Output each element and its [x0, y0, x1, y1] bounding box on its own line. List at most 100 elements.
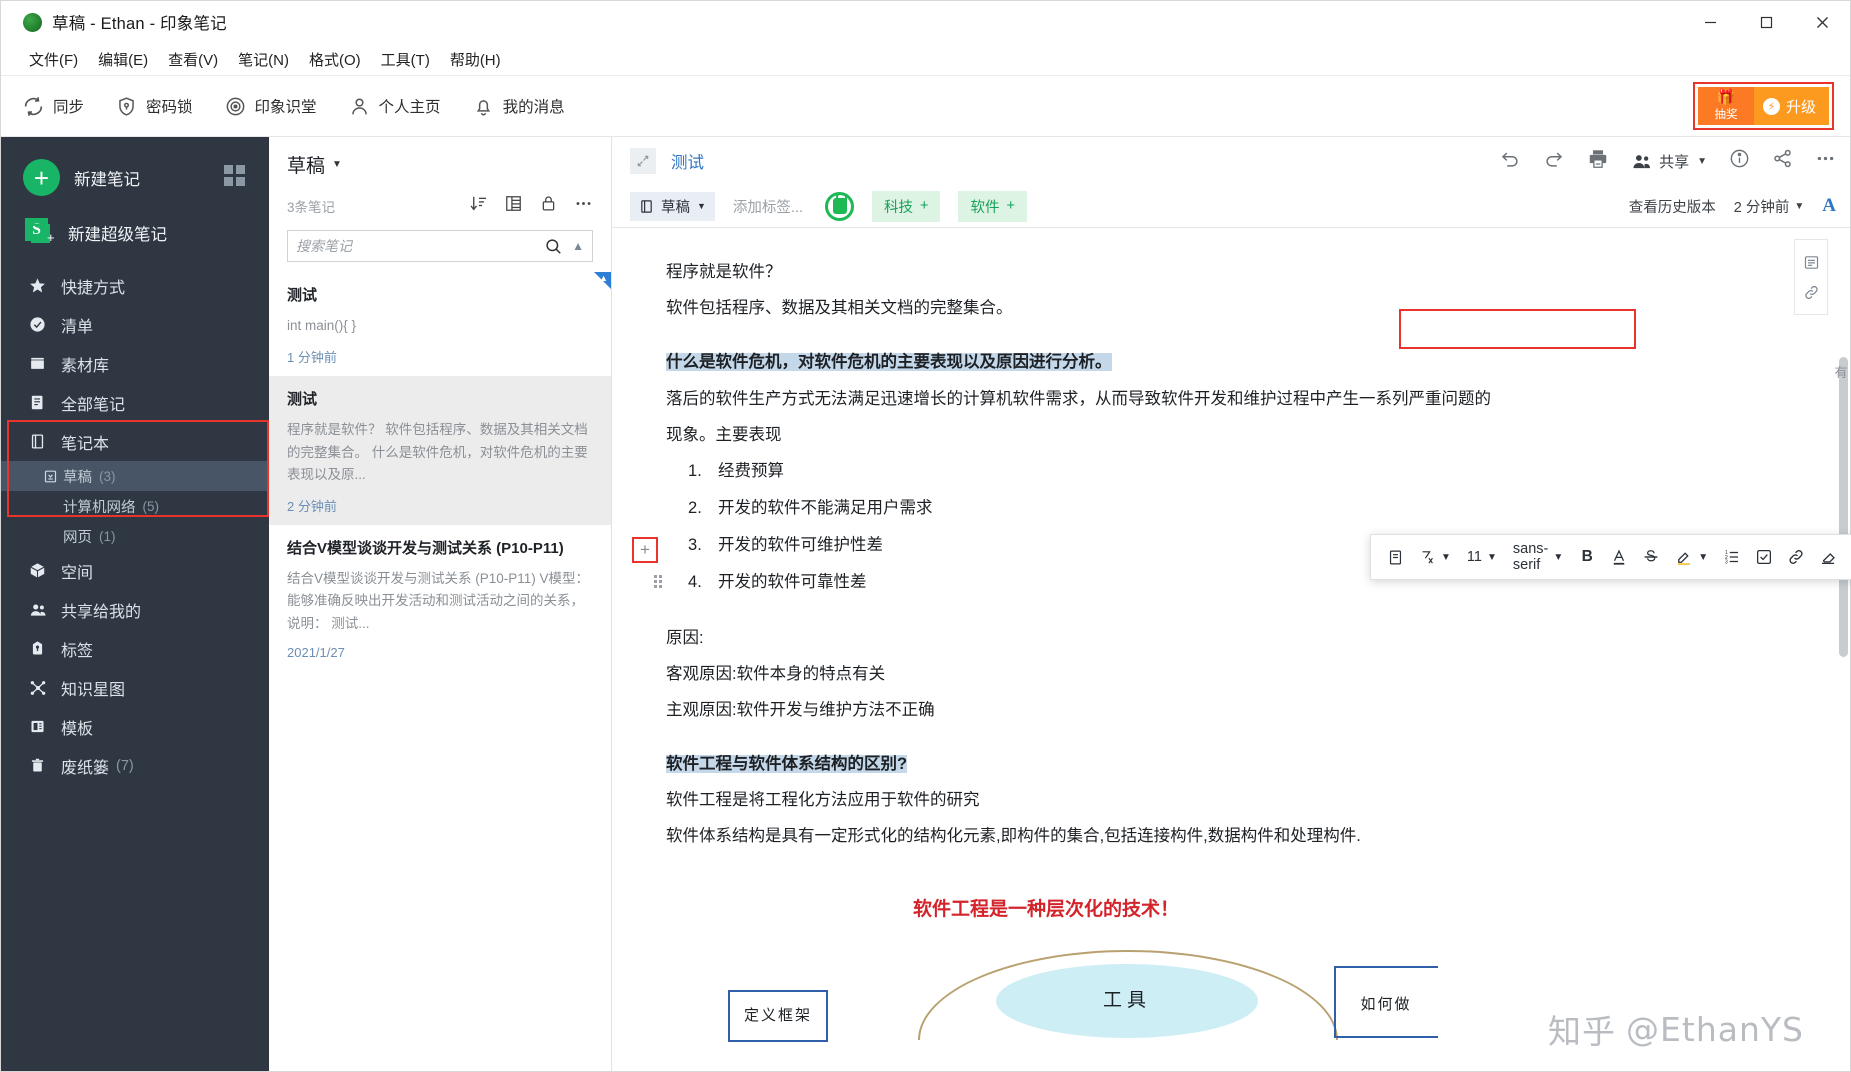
notebook-chip[interactable]: 草稿 ▼: [630, 191, 715, 221]
minimize-button[interactable]: [1682, 1, 1738, 43]
sync-button[interactable]: 同步: [23, 95, 84, 117]
menu-help[interactable]: 帮助(H): [440, 46, 511, 73]
note-content[interactable]: 程序就是软件？ 软件包括程序、数据及其相关文档的完整集合。 什么是软件危机，对软…: [612, 228, 1850, 1071]
sidebar-notebook-draft[interactable]: 草稿 (3): [1, 461, 269, 491]
note-snippet: int main(){ }: [287, 318, 357, 333]
drag-handle-icon[interactable]: [654, 575, 662, 588]
sidebar-notebook-web[interactable]: 网页 (1): [1, 521, 269, 551]
share-button[interactable]: 共享 ▼: [1631, 151, 1707, 172]
menu-edit[interactable]: 编辑(E): [88, 46, 158, 73]
note-list-item[interactable]: 测试 程序就是软件？ 软件包括程序、数据及其相关文档的完整集合。 什么是软件危机…: [269, 376, 611, 526]
editor-note-title[interactable]: 测试: [671, 149, 704, 173]
note-list-header: 草稿 ▼ 3条笔记: [269, 137, 611, 218]
sidebar-item-trash[interactable]: 废纸篓 (7): [1, 746, 269, 785]
note-list-item[interactable]: 结合V模型谈谈开发与测试关系 (P10-P11) 结合V模型谈谈开发与测试关系 …: [269, 525, 611, 670]
menu-file[interactable]: 文件(F): [19, 46, 88, 73]
chevron-up-icon[interactable]: ▲: [572, 239, 584, 253]
share-node-icon[interactable]: [1772, 148, 1793, 174]
sidebar-item-all-notes[interactable]: 全部笔记: [1, 383, 269, 422]
menu-format[interactable]: 格式(O): [299, 46, 371, 73]
insert-block-button[interactable]: +: [632, 537, 658, 563]
tag-chip[interactable]: 软件 +: [958, 190, 1027, 222]
print-icon[interactable]: [1587, 148, 1609, 175]
paragraph-style-icon[interactable]: [1381, 542, 1409, 572]
sidebar-label: 清单: [61, 318, 94, 336]
maximize-button[interactable]: [1738, 1, 1794, 43]
history-version-link[interactable]: 查看历史版本: [1629, 196, 1716, 217]
tag-chip[interactable]: 科技 +: [872, 190, 941, 222]
note-heading-highlight: 软件工程与软件体系结构的区别?: [666, 755, 908, 774]
password-lock-label: 密码锁: [146, 99, 193, 116]
bolt-icon: ⚡: [1762, 97, 1780, 115]
main-toolbar: 同步 密码锁 印象识堂 个人主页 我的消息 🎁 抽奖 ⚡ 升级: [1, 76, 1850, 137]
tag-label: 科技: [884, 199, 914, 216]
grid-view-icon[interactable]: [224, 165, 245, 186]
lock-icon[interactable]: [539, 194, 558, 218]
search-notes-row[interactable]: ▲: [287, 230, 593, 262]
font-color-button[interactable]: [1605, 542, 1633, 572]
close-button[interactable]: [1794, 1, 1850, 43]
note-list-title-row[interactable]: 草稿 ▼: [287, 151, 593, 178]
bold-button[interactable]: B: [1573, 542, 1601, 572]
search-icon[interactable]: [544, 237, 563, 256]
discover-button[interactable]: 印象识堂: [225, 95, 317, 117]
menu-view[interactable]: 查看(V): [158, 46, 228, 73]
note-list-item[interactable]: ▲ 测试 int main(){ } 1 分钟前: [269, 272, 611, 376]
ordered-list-button[interactable]: 123: [1718, 542, 1746, 572]
font-size-dropdown[interactable]: 11 ▼: [1461, 549, 1503, 565]
sidebar-item-material-library[interactable]: 素材库: [1, 344, 269, 383]
profile-button[interactable]: 个人主页: [349, 95, 441, 117]
sidebar-item-shared-with-me[interactable]: 共享给我的: [1, 590, 269, 629]
sidebar-label: 空间: [61, 564, 94, 582]
list-item: 经费预算: [688, 455, 784, 487]
sidebar-item-shortcuts[interactable]: 快捷方式: [1, 266, 269, 305]
undo-icon[interactable]: [1499, 148, 1521, 175]
messages-button[interactable]: 我的消息: [473, 95, 565, 117]
notebook-label: 草稿: [63, 469, 92, 486]
side-strip-text: 有: [1834, 365, 1848, 380]
more-icon[interactable]: [574, 194, 593, 218]
editor-scrollbar[interactable]: [1839, 357, 1848, 657]
encrypt-lock-icon[interactable]: [825, 191, 855, 221]
menu-tools[interactable]: 工具(T): [371, 46, 440, 73]
sidebar-item-space[interactable]: 空间: [1, 551, 269, 590]
sidebar-item-tasks[interactable]: 清单: [1, 305, 269, 344]
new-super-note-row[interactable]: S + 新建超级笔记: [1, 196, 269, 254]
highlight-dropdown[interactable]: ▼: [1669, 548, 1714, 566]
lottery-button[interactable]: 🎁 抽奖: [1697, 87, 1754, 125]
password-lock-button[interactable]: 密码锁: [116, 95, 193, 117]
link-icon[interactable]: [1796, 277, 1826, 307]
info-icon[interactable]: [1729, 148, 1750, 174]
add-tag-label[interactable]: 添加标签...: [733, 196, 803, 217]
link-button[interactable]: [1782, 542, 1810, 572]
sidebar-item-knowledge-graph[interactable]: 知识星图: [1, 668, 269, 707]
eraser-button[interactable]: [1814, 542, 1842, 572]
sidebar-item-templates[interactable]: 模板: [1, 707, 269, 746]
text-style-dropdown[interactable]: ▼: [1413, 549, 1457, 566]
sidebar-label: 标签: [61, 642, 94, 660]
more-format-button[interactable]: [1846, 542, 1851, 572]
new-note-label[interactable]: 新建笔记: [74, 166, 140, 190]
note-paragraph: 程序就是软件？: [666, 263, 782, 281]
search-input[interactable]: [296, 238, 545, 254]
sort-icon[interactable]: [469, 194, 488, 218]
sidebar-item-tags[interactable]: 标签: [1, 629, 269, 668]
sidebar-notebook-network[interactable]: 计算机网络 (5): [1, 491, 269, 521]
menu-note[interactable]: 笔记(N): [228, 46, 299, 73]
text-style-toggle[interactable]: A: [1822, 195, 1836, 217]
strikethrough-button[interactable]: [1637, 542, 1665, 572]
more-icon[interactable]: [1815, 148, 1836, 174]
last-modified-time[interactable]: 2 分钟前 ▼: [1734, 196, 1805, 217]
expand-icon[interactable]: [630, 148, 656, 174]
font-family-dropdown[interactable]: sans-serif ▼: [1507, 541, 1569, 573]
notes-icon: [29, 394, 53, 411]
redo-icon[interactable]: [1543, 148, 1565, 175]
outline-icon[interactable]: [1796, 247, 1826, 277]
chevron-down-icon: ▼: [1553, 551, 1564, 563]
plus-icon[interactable]: +: [23, 159, 60, 196]
note-red-title: 软件工程是一种层次化的技术！: [912, 898, 1179, 920]
upgrade-button[interactable]: ⚡ 升级: [1753, 87, 1829, 125]
checklist-button[interactable]: [1750, 542, 1778, 572]
sidebar-item-notebooks[interactable]: 笔记本: [1, 422, 269, 461]
view-mode-icon[interactable]: [504, 194, 523, 218]
